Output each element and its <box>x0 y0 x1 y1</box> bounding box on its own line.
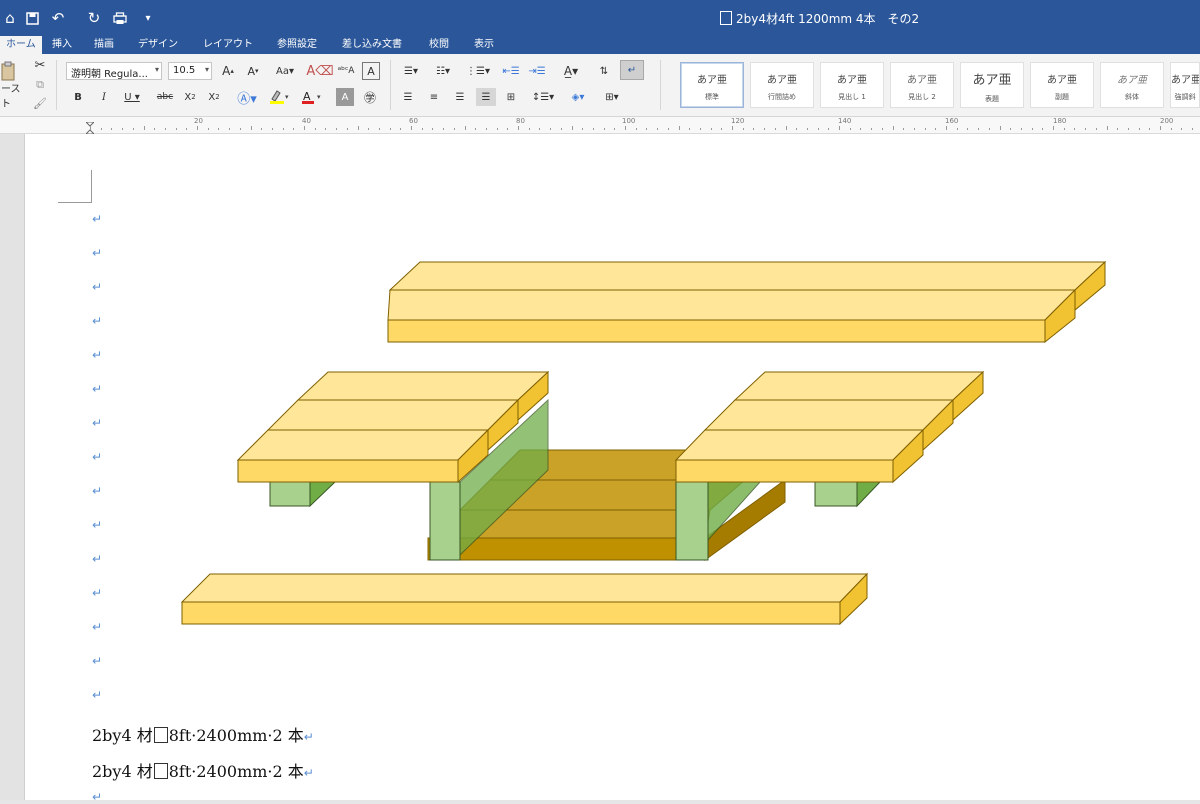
top-long-board[interactable] <box>387 260 1107 344</box>
right-short-boards[interactable] <box>674 370 985 484</box>
body-text-part: 8ft·2400mm·2 本 <box>168 762 304 781</box>
body-line-1[interactable]: 2by4 材 8ft·2400mm·2 本↵ <box>92 722 314 746</box>
body-text-part: 8ft·2400mm·2 本 <box>168 726 304 745</box>
body-text-part: 2by4 材 <box>92 726 153 745</box>
paragraph-mark: ↵ <box>303 766 314 780</box>
body-line-2[interactable]: 2by4 材 8ft·2400mm·2 本↵ <box>92 758 314 782</box>
placeholder-box-icon <box>153 763 168 779</box>
bottom-long-board[interactable] <box>180 572 869 626</box>
placeholder-box-icon <box>153 727 168 743</box>
lumber-illustration[interactable] <box>0 0 1200 800</box>
body-text-part: 2by4 材 <box>92 762 153 781</box>
paragraph-mark: ↵ <box>303 730 314 744</box>
